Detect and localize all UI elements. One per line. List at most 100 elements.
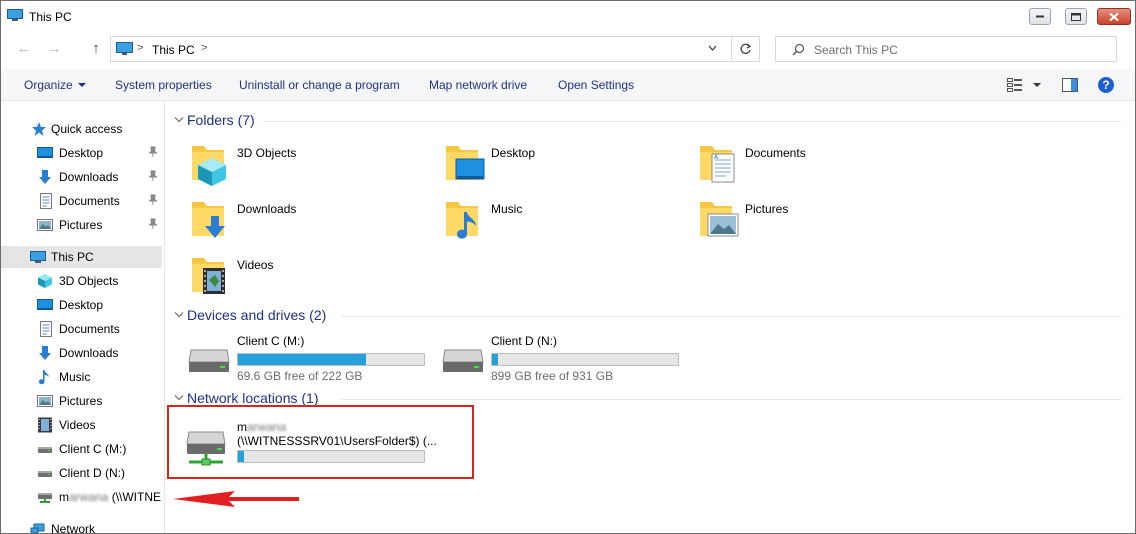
nav-pc-music[interactable]: Music <box>1 366 162 388</box>
organize-label: Organize <box>24 78 73 92</box>
pin-icon[interactable] <box>147 194 159 206</box>
minimize-icon <box>1036 15 1044 17</box>
group-divider <box>341 399 1121 400</box>
close-button[interactable] <box>1097 8 1131 25</box>
nav-pc-downloads[interactable]: Downloads <box>1 342 162 364</box>
command-bar: Organize System properties Uninstall or … <box>1 69 1135 101</box>
restore-icon <box>1071 12 1081 21</box>
uninstall-program-button[interactable]: Uninstall or change a program <box>239 78 400 92</box>
nav-drive-c-label: Client C (M:) <box>59 442 127 456</box>
content-pane: Folders (7) 3D Objects Desktop A Documen… <box>165 102 1135 533</box>
group-header-devices[interactable]: Devices and drives (2) <box>171 306 1121 326</box>
nav-this-pc[interactable]: This PC <box>1 246 162 268</box>
folder-pictures[interactable]: Pictures <box>699 198 939 248</box>
desktop-icon <box>37 147 53 158</box>
navigation-pane: Quick access Desktop Downloads Documents… <box>1 102 165 533</box>
nav-pc-documents[interactable]: Documents <box>1 318 162 340</box>
explorer-window: This PC ← → ↑ > This PC > Search This PC… <box>0 0 1136 534</box>
desktop-icon <box>37 299 53 310</box>
folder-desktop[interactable]: Desktop <box>445 142 685 192</box>
search-icon <box>792 43 805 56</box>
folder-videos-icon <box>192 258 225 294</box>
network-drive-icon <box>186 431 226 466</box>
folder-documents[interactable]: A Documents <box>699 142 939 192</box>
folder-3d-objects-label: 3D Objects <box>237 146 297 160</box>
nav-pc-music-label: Music <box>59 370 91 384</box>
nav-pc-desktop-label: Desktop <box>59 298 104 312</box>
nav-pc-desktop[interactable]: Desktop <box>1 294 162 316</box>
folder-pictures-label: Pictures <box>745 202 789 216</box>
hard-drive-icon <box>38 471 52 477</box>
pin-icon[interactable] <box>147 170 159 182</box>
back-arrow-icon[interactable]: ← <box>15 40 33 58</box>
nav-pc-videos[interactable]: Videos <box>1 414 162 436</box>
chevron-down-icon <box>174 395 184 401</box>
group-header-folders[interactable]: Folders (7) <box>171 111 1121 131</box>
pin-icon[interactable] <box>147 218 159 230</box>
chevron-down-icon <box>174 312 184 318</box>
breadcrumb-this-pc[interactable]: This PC <box>152 43 195 57</box>
maximize-button[interactable] <box>1065 8 1087 25</box>
nav-qa-pictures[interactable]: Pictures <box>1 214 162 236</box>
organize-button[interactable]: Organize <box>24 78 86 92</box>
nav-pc-3d-objects[interactable]: 3D Objects <box>1 270 162 292</box>
chevron-down-icon <box>174 117 184 123</box>
nav-pc-videos-label: Videos <box>59 418 96 432</box>
network-location-path: (\\WITNESSSRV01\UsersFolder$) (... <box>237 434 437 448</box>
nav-qa-desktop[interactable]: Desktop <box>1 142 162 164</box>
open-settings-button[interactable]: Open Settings <box>558 78 634 92</box>
folder-desktop-icon <box>446 146 485 180</box>
window-title: This PC <box>29 10 72 24</box>
close-icon <box>1109 12 1119 21</box>
refresh-button[interactable] <box>732 36 760 62</box>
network-location-tile[interactable]: marwana (\\WITNESSSRV01\UsersFolder$) (.… <box>183 420 463 476</box>
breadcrumb-separator[interactable]: > <box>137 42 143 54</box>
folder-music-label: Music <box>491 202 523 216</box>
folder-3d-objects-icon <box>192 146 226 186</box>
map-network-drive-button[interactable]: Map network drive <box>429 78 527 92</box>
drive-tile[interactable]: Client D (N:) 899 GB free of 931 GB <box>441 334 691 383</box>
folder-downloads-icon <box>192 202 225 238</box>
breadcrumb-separator[interactable]: > <box>201 42 207 54</box>
view-options-caret-icon[interactable] <box>1033 83 1041 87</box>
drive-tile[interactable]: Client C (M:) 69.6 GB free of 222 GB <box>187 334 437 383</box>
folder-videos[interactable]: Videos <box>191 254 431 304</box>
nav-network[interactable]: Network <box>1 518 162 533</box>
folder-videos-label: Videos <box>237 258 274 272</box>
folder-documents-icon: A <box>700 146 735 183</box>
minimize-button[interactable] <box>1029 8 1051 25</box>
nav-drive-d[interactable]: Client D (N:) <box>1 462 162 484</box>
search-box[interactable] <box>775 36 1117 62</box>
nav-network-name-blurred: arwana <box>69 490 109 504</box>
nav-pc-downloads-label: Downloads <box>59 346 119 360</box>
help-icon[interactable]: ? <box>1098 77 1114 93</box>
pin-icon[interactable] <box>147 146 159 158</box>
hard-drive-icon <box>188 349 230 372</box>
document-icon <box>40 193 52 209</box>
nav-pc-pictures[interactable]: Pictures <box>1 390 162 412</box>
system-properties-button[interactable]: System properties <box>115 78 212 92</box>
hard-drive-icon <box>442 349 484 372</box>
chevron-down-icon[interactable] <box>708 44 717 53</box>
nav-qa-documents[interactable]: Documents <box>1 190 162 212</box>
folder-music[interactable]: Music <box>445 198 685 248</box>
folder-downloads[interactable]: Downloads <box>191 198 431 248</box>
up-arrow-icon[interactable]: ↑ <box>87 40 105 58</box>
folder-3d-objects[interactable]: 3D Objects <box>191 142 431 192</box>
nav-qa-downloads[interactable]: Downloads <box>1 166 162 188</box>
forward-arrow-icon[interactable]: → <box>45 40 63 58</box>
drive-free-space: 69.6 GB free of 222 GB <box>237 369 363 383</box>
nav-network-location[interactable]: marwana (\\WITNE <box>1 486 162 508</box>
search-input[interactable] <box>814 41 1104 59</box>
nav-drive-c[interactable]: Client C (M:) <box>1 438 162 460</box>
download-arrow-icon <box>39 170 51 184</box>
change-view-icon[interactable] <box>1007 78 1023 92</box>
folder-documents-label: Documents <box>745 146 806 160</box>
preview-pane-icon[interactable] <box>1062 78 1078 92</box>
nav-qa-downloads-label: Downloads <box>59 170 119 184</box>
folder-desktop-label: Desktop <box>491 146 536 160</box>
address-bar[interactable]: > This PC > <box>110 36 732 62</box>
hard-drive-icon <box>38 447 52 453</box>
nav-quick-access[interactable]: Quick access <box>1 118 162 140</box>
group-divider <box>341 316 1121 317</box>
